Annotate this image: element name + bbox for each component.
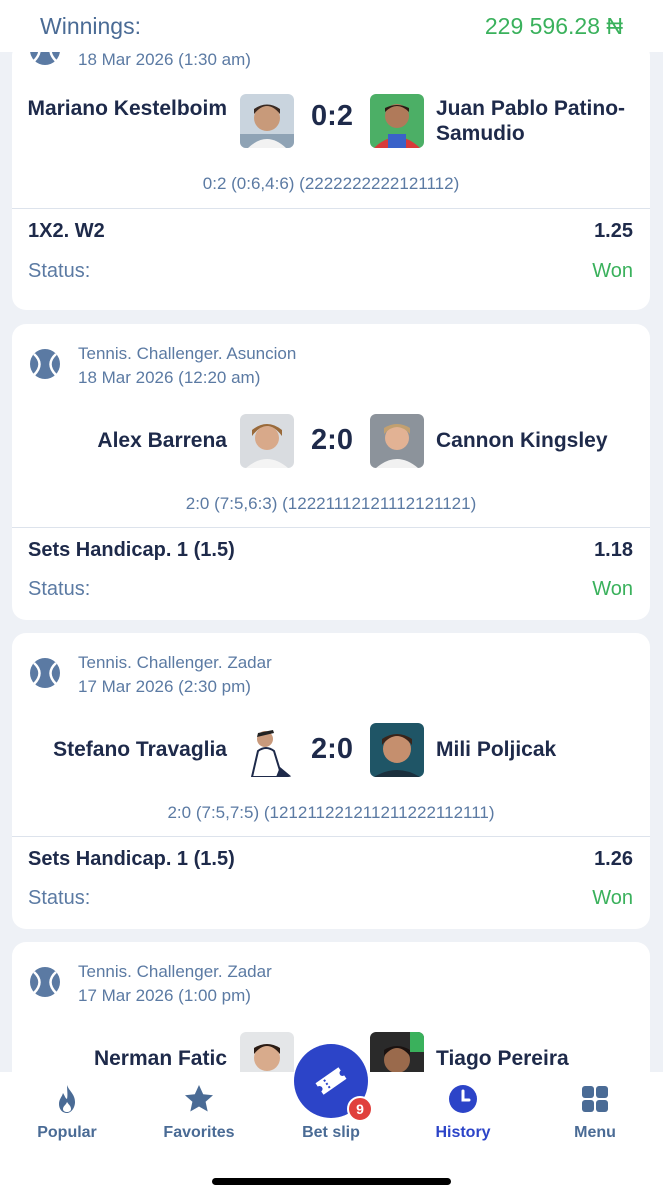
player-avatar-away bbox=[370, 94, 424, 148]
tab-label: Menu bbox=[574, 1124, 616, 1141]
status-label: Status: bbox=[28, 578, 91, 600]
winnings-bar: Winnings: 229 596.28 ₦ bbox=[0, 0, 663, 52]
home-indicator bbox=[212, 1178, 451, 1185]
team-away: Juan Pablo Patino-Samudio bbox=[436, 97, 626, 145]
grid-menu-icon bbox=[578, 1082, 612, 1116]
tab-label: History bbox=[435, 1124, 491, 1141]
match-score: 2:0 bbox=[311, 733, 353, 765]
bet-odds: 1.26 bbox=[594, 848, 633, 870]
player-avatar-away bbox=[370, 1032, 424, 1072]
team-away: Cannon Kingsley bbox=[436, 429, 608, 452]
divider bbox=[12, 208, 650, 209]
tab-history[interactable]: History bbox=[408, 1082, 518, 1142]
bet-market: Sets Handicap. 1 (1.5) bbox=[28, 848, 235, 870]
team-home: Stefano Travaglia bbox=[53, 738, 227, 761]
bet-odds: 1.25 bbox=[594, 220, 633, 242]
bet-card[interactable]: 18 Mar 2026 (1:30 am) Mariano Kestelboim… bbox=[12, 52, 650, 310]
tab-popular[interactable]: Popular bbox=[12, 1082, 122, 1142]
divider bbox=[12, 836, 650, 837]
status-value: Won bbox=[592, 578, 633, 600]
bet-odds: 1.18 bbox=[594, 539, 633, 561]
league-name: Tennis. Challenger. Zadar bbox=[78, 962, 272, 981]
tab-menu[interactable]: Menu bbox=[540, 1082, 650, 1142]
bet-market: 1X2. W2 bbox=[28, 220, 105, 242]
player-avatar-home bbox=[240, 94, 294, 148]
clock-icon bbox=[446, 1082, 480, 1116]
player-avatar-away bbox=[370, 414, 424, 468]
status-value: Won bbox=[592, 260, 633, 282]
player-avatar-home bbox=[240, 414, 294, 468]
score-details: 2:0 (7:5,7:5) (121211221211211222112111) bbox=[167, 803, 495, 822]
tennis-ball-icon bbox=[29, 657, 61, 689]
bet-date: 17 Mar 2026 (2:30 pm) bbox=[78, 677, 251, 696]
score-details: 2:0 (7:5,6:3) (12221112121112121121) bbox=[185, 494, 477, 513]
bet-slip-count-badge: 9 bbox=[347, 1096, 373, 1122]
bet-date: 18 Mar 2026 (12:20 am) bbox=[78, 368, 261, 387]
tennis-ball-icon bbox=[29, 52, 61, 66]
score-details: 0:2 (0:6,4:6) (2222222222121112) bbox=[202, 174, 460, 193]
player-avatar-away bbox=[370, 723, 424, 777]
team-home: Alex Barrena bbox=[97, 429, 227, 452]
league-name: Tennis. Challenger. Asuncion bbox=[78, 344, 297, 363]
tennis-ball-icon bbox=[29, 966, 61, 998]
tab-label: Favorites bbox=[163, 1124, 235, 1141]
match-score: 2:0 bbox=[311, 424, 353, 456]
team-away: Mili Poljicak bbox=[436, 738, 557, 761]
bet-card[interactable]: Tennis. Challenger. Zadar 17 Mar 2026 (2… bbox=[12, 633, 650, 929]
winnings-label: Winnings: bbox=[40, 12, 141, 39]
bet-date: 18 Mar 2026 (1:30 am) bbox=[78, 52, 251, 69]
team-home: Mariano Kestelboim bbox=[27, 97, 227, 120]
status-value: Won bbox=[592, 887, 633, 909]
bet-market: Sets Handicap. 1 (1.5) bbox=[28, 539, 235, 561]
match-score: 0:2 bbox=[311, 100, 353, 132]
bet-card[interactable]: Tennis. Challenger. Asuncion 18 Mar 2026… bbox=[12, 324, 650, 620]
status-label: Status: bbox=[28, 260, 91, 282]
winnings-amount: 229 596.28 ₦ bbox=[484, 12, 623, 39]
league-name: Tennis. Challenger. Zadar bbox=[78, 653, 272, 672]
star-icon bbox=[182, 1082, 216, 1116]
bet-date: 17 Mar 2026 (1:00 pm) bbox=[78, 986, 251, 1005]
tab-favorites[interactable]: Favorites bbox=[144, 1082, 254, 1142]
team-home: Nerman Fatic bbox=[93, 1047, 227, 1070]
tennis-ball-icon bbox=[29, 348, 61, 380]
fire-icon bbox=[50, 1082, 84, 1116]
divider bbox=[12, 527, 650, 528]
bet-slip-label: Bet slip bbox=[302, 1124, 360, 1141]
bet-history-list[interactable]: 18 Mar 2026 (1:30 am) Mariano Kestelboim… bbox=[0, 52, 663, 1072]
team-away: Tiago Pereira bbox=[436, 1047, 569, 1070]
player-avatar-home bbox=[240, 1032, 294, 1072]
ticket-icon bbox=[312, 1062, 350, 1100]
player-avatar-home bbox=[240, 723, 294, 777]
tab-label: Popular bbox=[37, 1124, 97, 1141]
status-label: Status: bbox=[28, 887, 91, 909]
